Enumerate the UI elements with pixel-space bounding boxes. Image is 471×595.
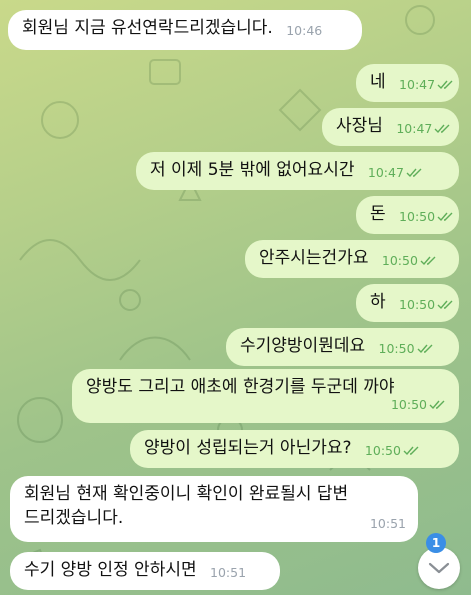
message-outgoing: 네 10:47: [356, 64, 459, 102]
message-text: 수기양방이뭔데요: [240, 336, 366, 356]
message-time: 10:50: [391, 393, 447, 417]
message-time: 10:47: [368, 161, 424, 185]
double-check-icon: [403, 446, 419, 456]
message-outgoing: 저 이제 5분 밖에 없어요시간 10:47: [136, 152, 459, 190]
message-text: 돈: [370, 204, 386, 224]
message-outgoing: 양방이 성립되는거 아닌가요? 10:50: [130, 430, 459, 468]
message-time: 10:50: [365, 439, 421, 463]
double-check-icon: [406, 168, 422, 178]
message-text-line: 회원님 현재 확인중이니 확인이 완료될시 답변: [24, 484, 349, 504]
message-text: 네: [370, 72, 386, 92]
double-check-icon: [417, 344, 433, 354]
scroll-to-bottom-button[interactable]: [418, 547, 460, 589]
double-check-icon: [420, 256, 436, 266]
message-text: 수기 양방 인정 안하시면: [24, 560, 197, 580]
message-time: 10:50: [399, 293, 455, 317]
double-check-icon: [434, 124, 450, 134]
message-time: 10:50: [382, 249, 438, 273]
message-text: 회원님 지금 유선연락드리겠습니다.: [22, 18, 273, 38]
double-check-icon: [437, 300, 453, 310]
message-time: 10:47: [399, 73, 455, 97]
unread-count-badge: 1: [426, 533, 446, 553]
chevron-down-icon: [428, 562, 450, 574]
double-check-icon: [429, 400, 445, 410]
message-outgoing: 양방도 그리고 애초에 한경기를 두군데 까야 10:50: [72, 369, 459, 423]
message-outgoing: 사장님 10:47: [322, 108, 459, 146]
message-outgoing: 수기양방이뭔데요 10:50: [226, 328, 459, 366]
double-check-icon: [437, 80, 453, 90]
double-check-icon: [437, 212, 453, 222]
message-time: 10:46: [286, 23, 323, 38]
message-time: 10:50: [399, 205, 455, 229]
message-time: 10:50: [379, 337, 435, 361]
message-text: 양방이 성립되는거 아닌가요?: [144, 438, 352, 458]
message-text: 안주시는건가요: [259, 248, 369, 268]
message-incoming: 수기 양방 인정 안하시면 10:51: [10, 552, 280, 590]
message-outgoing: 하 10:50: [356, 284, 459, 322]
message-text: 저 이제 5분 밖에 없어요시간: [150, 160, 355, 180]
message-incoming: 회원님 지금 유선연락드리겠습니다. 10:46: [8, 10, 362, 50]
message-list[interactable]: 회원님 지금 유선연락드리겠습니다. 10:46 네 10:47 사장님 10:…: [0, 0, 471, 595]
message-text: 하: [370, 292, 386, 312]
message-outgoing: 돈 10:50: [356, 196, 459, 234]
message-text: 사장님: [336, 116, 383, 136]
message-time: 10:51: [210, 565, 247, 580]
message-outgoing: 안주시는건가요 10:50: [245, 240, 459, 278]
message-time: 10:51: [369, 516, 406, 531]
message-text-line: 드리겠습니다.: [24, 508, 124, 528]
message-incoming: 회원님 현재 확인중이니 확인이 완료될시 답변 드리겠습니다. 10:51: [10, 476, 418, 542]
message-time: 10:47: [396, 117, 452, 141]
